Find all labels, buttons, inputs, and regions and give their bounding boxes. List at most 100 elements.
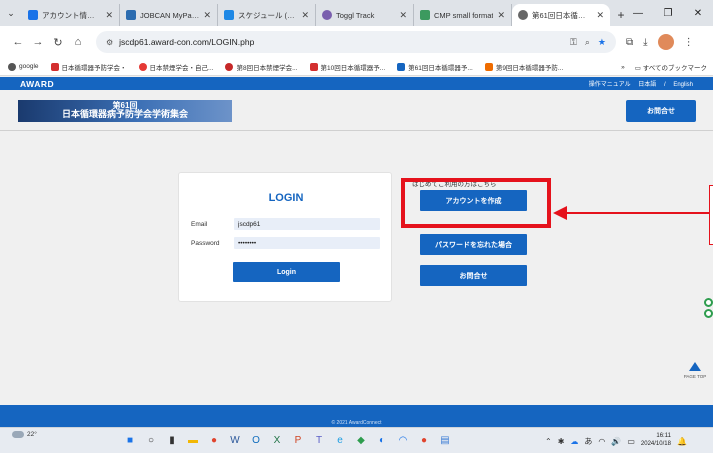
browser-tab-4[interactable]: Toggl Track ✕ bbox=[316, 4, 414, 26]
search-icon[interactable]: ○ bbox=[143, 432, 159, 448]
password-field[interactable] bbox=[234, 237, 380, 249]
battery-icon[interactable]: ▭ bbox=[627, 437, 635, 446]
japanese-link[interactable]: 日本語 bbox=[638, 82, 656, 88]
bookmark-favicon-icon bbox=[50, 62, 59, 71]
forward-icon[interactable]: → bbox=[28, 36, 48, 48]
windows-taskbar: 22° ■ ○ ▮ ▬ ● W O X P Te ◆ ◐ ◠ ● ▤ ⌃ ✱ ☁ あ ◠ 🔊 ▭ 16:11… bbox=[0, 427, 713, 453]
chrome-icon[interactable]: ● bbox=[206, 432, 222, 448]
tab-favicon-icon bbox=[28, 10, 38, 20]
notification-bell-icon[interactable]: 🔔 bbox=[677, 437, 687, 446]
profile-avatar[interactable] bbox=[657, 34, 674, 50]
all-bookmarks-button[interactable]: ▭ すべてのブックマーク bbox=[635, 62, 707, 72]
tab-favicon-icon bbox=[420, 10, 430, 20]
browser-tab-2[interactable]: JOBCAN MyPage ✕ bbox=[120, 4, 218, 26]
email-field[interactable] bbox=[234, 218, 380, 230]
browser-tab-1[interactable]: アカウント情報 | ジョ ✕ bbox=[22, 4, 120, 26]
url-text[interactable]: jscdp61.award-con.com/LOGIN.php bbox=[119, 37, 562, 47]
login-button[interactable]: Login bbox=[233, 262, 340, 282]
key-icon[interactable]: ⚿ bbox=[570, 37, 577, 48]
bookmark-item[interactable]: google bbox=[8, 62, 39, 71]
header-contact-button[interactable]: お問合せ bbox=[626, 100, 696, 122]
taskbar-apps: ■ ○ ▮ ▬ ● W O X P Te ◆ ◐ ◠ ● ▤ bbox=[122, 432, 453, 448]
login-card: LOGIN Email Password Login bbox=[178, 172, 392, 302]
maximize-icon[interactable]: ❐ bbox=[653, 0, 683, 26]
tab-search-icon[interactable]: ⌄ bbox=[0, 0, 22, 26]
bookmark-item[interactable]: 日本禁煙学会・自己... bbox=[138, 62, 214, 72]
onedrive-icon[interactable]: ☁ bbox=[570, 437, 578, 446]
weather-widget[interactable]: 22° bbox=[12, 431, 37, 438]
bookmarks-more-button[interactable]: » bbox=[621, 64, 625, 71]
close-window-icon[interactable]: ✕ bbox=[683, 0, 713, 26]
login-title: LOGIN bbox=[268, 192, 304, 204]
bookmarks-bar: google 日本循環器予防学会・ 日本禁煙学会・自己... 第8回日本禁煙学会… bbox=[0, 58, 713, 76]
extensions-icon[interactable]: ⧉ bbox=[626, 37, 633, 48]
windows-icon[interactable]: ■ bbox=[122, 432, 138, 448]
bookmarks-right: » ▭ すべてのブックマーク bbox=[621, 58, 707, 76]
browser-tab-5[interactable]: CMP small format ✕ bbox=[414, 4, 512, 26]
bookmark-label: 第8回日本禁煙学会... bbox=[236, 64, 298, 72]
menu-icon[interactable]: ⋮ bbox=[684, 37, 694, 48]
side-close-icon[interactable] bbox=[704, 298, 713, 307]
app2-icon[interactable]: ◐ bbox=[374, 432, 390, 448]
outlook-icon[interactable]: O bbox=[248, 432, 264, 448]
wifi-icon[interactable]: ◠ bbox=[395, 432, 411, 448]
annotation-arrow-line bbox=[566, 212, 713, 214]
contact-button[interactable]: お問合せ bbox=[420, 265, 527, 286]
browser-tab-6-active[interactable]: 第61回日本循環器 ✕ bbox=[512, 4, 610, 26]
ime-icon[interactable]: あ bbox=[584, 436, 592, 447]
tray-app-icon[interactable]: ✱ bbox=[558, 437, 565, 446]
manual-link[interactable]: 操作マニュアル bbox=[589, 82, 631, 88]
url-field[interactable]: ⚙ jscdp61.award-con.com/LOGIN.php ⚿ ⌕ ★ bbox=[96, 31, 616, 53]
bookmark-item[interactable]: 第8回日本禁煙学会... bbox=[225, 62, 298, 72]
close-icon[interactable]: ✕ bbox=[301, 10, 309, 21]
chrome2-icon[interactable]: ● bbox=[416, 432, 432, 448]
copyright-text: © 2021 AwardConnect bbox=[331, 420, 382, 426]
site-info-icon[interactable]: ⚙ bbox=[106, 38, 113, 47]
side-refresh-icon[interactable] bbox=[704, 309, 713, 318]
tab-label: アカウント情報 | ジョ bbox=[42, 10, 101, 20]
app-icon[interactable]: ◆ bbox=[353, 432, 369, 448]
browser-tab-bar: ⌄ アカウント情報 | ジョ ✕ JOBCAN MyPage ✕ スケジュール … bbox=[0, 0, 713, 26]
close-icon[interactable]: ✕ bbox=[105, 10, 113, 21]
edge-icon[interactable]: e bbox=[332, 432, 348, 448]
home-icon[interactable]: ⌂ bbox=[68, 36, 88, 48]
bookmark-item[interactable]: 第61回日本循環器予... bbox=[397, 62, 473, 72]
side-widget bbox=[704, 298, 713, 320]
download-icon[interactable]: ⤓ bbox=[643, 37, 647, 48]
bookmark-item[interactable]: 第9回日本循環器予防... bbox=[484, 62, 563, 72]
zoom-icon[interactable]: ⌕ bbox=[585, 37, 590, 48]
back-icon[interactable]: ← bbox=[8, 36, 28, 48]
close-icon[interactable]: ✕ bbox=[596, 10, 604, 21]
bookmark-item[interactable]: 日本循環器予防学会・ bbox=[50, 62, 127, 72]
site-header: AWARD 操作マニュアル 日本語 / English bbox=[0, 77, 713, 90]
teams-icon[interactable]: T bbox=[311, 432, 327, 448]
close-icon[interactable]: ✕ bbox=[203, 10, 211, 21]
page-top-button[interactable]: PAGE TOP bbox=[680, 362, 710, 379]
bookmark-star-icon[interactable]: ★ bbox=[598, 37, 606, 48]
powerpoint-icon[interactable]: P bbox=[290, 432, 306, 448]
network-icon[interactable]: ◠ bbox=[598, 437, 605, 446]
award-logo[interactable]: AWARD bbox=[20, 79, 54, 89]
volume-icon[interactable]: 🔊 bbox=[611, 437, 621, 446]
task-view-icon[interactable]: ▮ bbox=[164, 432, 180, 448]
english-link[interactable]: English bbox=[673, 82, 693, 88]
bookmark-label: 日本循環器予防学会・ bbox=[61, 64, 127, 72]
chevron-up-icon[interactable]: ⌃ bbox=[545, 437, 552, 446]
taskbar-clock[interactable]: 16:11 2024/10/18 bbox=[641, 433, 671, 449]
tab-label: 第61回日本循環器 bbox=[532, 10, 593, 20]
bookmark-label: 日本禁煙学会・自己... bbox=[149, 64, 214, 72]
notepad-icon[interactable]: ▤ bbox=[437, 432, 453, 448]
word-icon[interactable]: W bbox=[227, 432, 243, 448]
bookmark-favicon-icon bbox=[484, 62, 493, 71]
close-icon[interactable]: ✕ bbox=[497, 10, 505, 21]
forgot-password-button[interactable]: パスワードを忘れた場合 bbox=[420, 234, 527, 255]
close-icon[interactable]: ✕ bbox=[399, 10, 407, 21]
minimize-icon[interactable]: — bbox=[623, 0, 653, 26]
bookmark-item[interactable]: 第10回日本循環器予... bbox=[309, 62, 385, 72]
excel-icon[interactable]: X bbox=[269, 432, 285, 448]
reload-icon[interactable]: ↻ bbox=[48, 36, 68, 49]
file-explorer-icon[interactable]: ▬ bbox=[185, 432, 201, 448]
browser-tab-3[interactable]: スケジュール (グルー ✕ bbox=[218, 4, 316, 26]
site-footer: © 2021 AwardConnect bbox=[0, 405, 713, 427]
tab-favicon-icon bbox=[518, 10, 528, 20]
